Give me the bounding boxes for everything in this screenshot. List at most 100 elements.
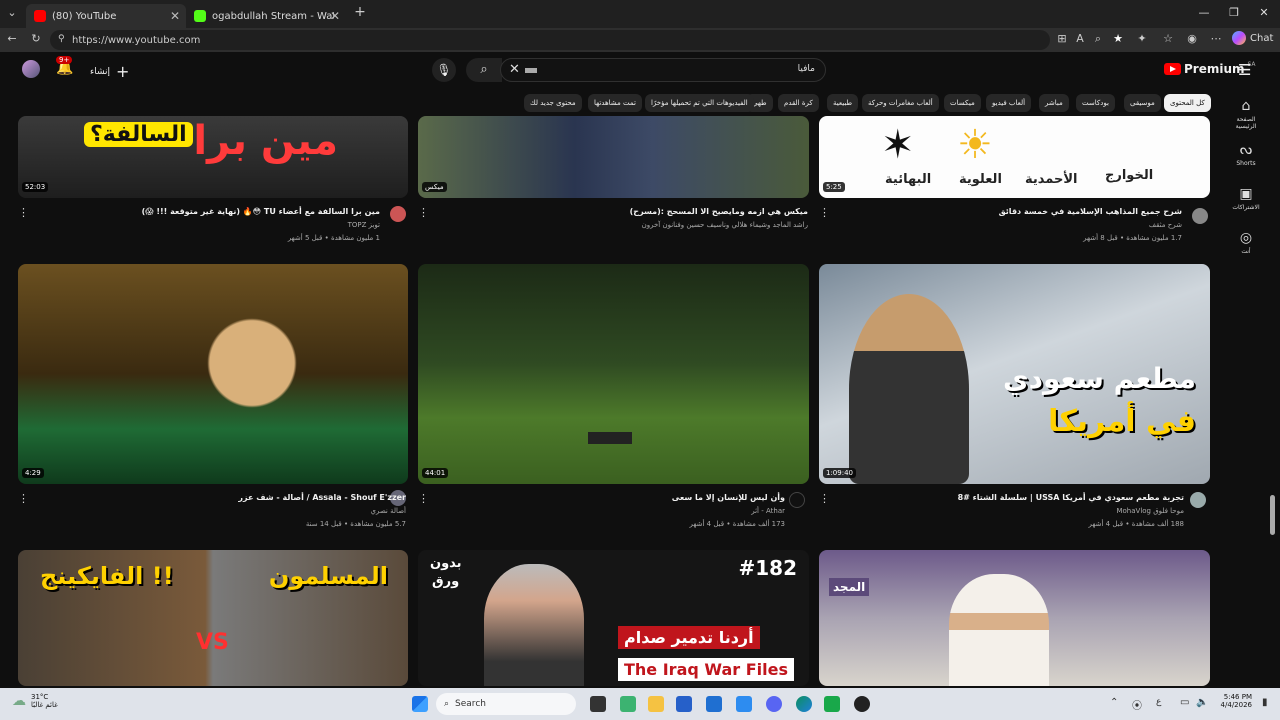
app-icon[interactable] [824,696,840,712]
app-icon[interactable] [854,696,870,712]
favorite-star-icon[interactable]: ★ [1110,32,1126,45]
chip-all[interactable]: كل المحتوى [1164,94,1211,112]
channel-name[interactable]: أصالة نصري [371,507,407,515]
channel-avatar[interactable] [390,206,406,222]
chip-nature[interactable]: طبيعية [827,94,859,112]
thumbnail-text: أردنا تدمير صدام [618,626,760,649]
video-title[interactable]: ميكس هي ازمه ومايصيح الا المسحج :(مسرح) [630,207,808,216]
chip-music[interactable]: موسيقى [1124,94,1161,112]
video-thumbnail[interactable]: الفايكينج !! المسلمون VS [18,550,408,686]
video-title[interactable]: شرح جميع المذاهب الإسلامية في خمسة دقائق [999,207,1182,216]
video-title[interactable]: تجربة مطعم سعودي في أمريكا USSA | سلسلة … [958,493,1184,502]
taskbar-search[interactable]: ⌕ Search [436,693,576,715]
back-arrow-icon[interactable]: ← [4,32,20,45]
search-input[interactable]: ✕ مافيا [500,58,826,82]
chip-gaming[interactable]: ألعاب فيديو [986,94,1032,112]
start-windows-icon[interactable] [412,696,428,712]
rail-subscriptions[interactable]: ▣ الاشتراكات [1226,186,1266,211]
widgets-icon[interactable] [620,696,636,712]
more-actions-icon[interactable]: ⋮ [418,492,429,505]
file-explorer-icon[interactable] [648,696,664,712]
chip-mixes[interactable]: ميكسات [944,94,981,112]
tab-close-icon[interactable]: ✕ [330,9,340,23]
video-thumbnail[interactable]: بدون ورق #182 أردنا تدمير صدام The Iraq … [418,550,809,686]
tray-overflow-icon[interactable]: ⌃ [1110,697,1118,708]
voice-search-button[interactable]: 🎙 [432,58,456,82]
channel-name[interactable]: شرح مثقف [1149,221,1182,229]
tab-kick-stream[interactable]: ogabdullah Stream - Watch Live c ✕ [186,4,346,28]
taskbar-clock[interactable]: 5:46 PM 4/4/2026 [1200,693,1252,709]
new-tab-button[interactable]: + [352,4,368,20]
site-info-icon[interactable]: ⚲ [58,34,65,44]
address-bar[interactable]: ⚲ https://www.youtube.com [50,30,1050,50]
mail-icon[interactable] [706,696,722,712]
video-thumbnail[interactable]: المجد [819,550,1210,686]
channel-avatar[interactable] [789,492,805,508]
task-view-icon[interactable] [590,696,606,712]
minimize-button[interactable]: — [1194,6,1214,19]
more-actions-icon[interactable]: ⋮ [418,206,429,219]
search-button[interactable]: ⌕ [466,58,502,82]
video-title[interactable]: Assala - Shouf E'zzer / أصالة - شف عزر [238,493,406,502]
video-thumbnail[interactable]: 4:29 [18,264,408,484]
rail-home[interactable]: ⌂ الصفحة الرئيسية [1226,98,1266,130]
page-scrollbar[interactable] [1270,495,1275,535]
refresh-icon[interactable]: ↻ [28,32,44,45]
video-title[interactable]: وأن ليس للإنسان إلا ما سعى [672,493,785,502]
account-avatar[interactable] [22,60,40,78]
profile-icon[interactable]: ◉ [1184,32,1200,45]
more-menu-icon[interactable]: ⋯ [1208,32,1224,45]
copilot-chat-button[interactable]: Chat [1232,31,1273,45]
chip-watched[interactable]: تمت مشاهدتها [588,94,642,112]
weather-widget[interactable]: ☁ 31°C غائم غالبًا [12,693,58,709]
more-actions-icon[interactable]: ⋮ [819,206,830,219]
more-actions-icon[interactable]: ⋮ [819,492,830,505]
tab-close-icon[interactable]: ✕ [170,9,180,23]
location-icon[interactable]: ⦿ [1132,697,1142,712]
channel-avatar[interactable] [1190,492,1206,508]
clear-search-icon[interactable]: ✕ [509,62,520,77]
rail-you[interactable]: ◎ أنت [1226,230,1266,255]
input-language[interactable]: ع [1156,697,1161,707]
close-window-button[interactable]: ✕ [1254,6,1274,19]
channel-name[interactable]: موحا فلوق MohaVlog [1116,507,1184,515]
thumbnail-text: في أمريكا [1048,404,1196,439]
thumbnail-text: مين برا [193,118,338,164]
chip-live[interactable]: مباشر [1039,94,1069,112]
chip-recently-uploaded[interactable]: الفيديوهات التي تم تحميلها مؤخرًا [645,94,754,112]
app-icon[interactable] [736,696,752,712]
translate-icon[interactable]: A [1072,32,1088,45]
tab-list-chevron-icon[interactable]: ⌄ [4,6,20,19]
video-thumbnail[interactable]: ميكس [418,116,809,198]
video-thumbnail[interactable]: مين برا السالفة؟ 52:03 [18,116,408,198]
channel-name[interactable]: توبز TOPZ [348,221,380,229]
chip-football[interactable]: كرة القدم [778,94,819,112]
channel-avatar[interactable] [1192,208,1208,224]
restore-button[interactable]: ❐ [1224,6,1244,19]
discord-icon[interactable] [766,696,782,712]
edge-browser-icon[interactable] [796,696,812,712]
more-actions-icon[interactable]: ⋮ [18,206,29,219]
store-icon[interactable] [676,696,692,712]
notification-center-icon[interactable]: ▮ [1262,697,1268,708]
notifications-button[interactable]: 🔔 9+ [56,56,73,76]
rail-label: الاشتراكات [1232,204,1260,211]
video-thumbnail[interactable]: مطعم سعودي في أمريكا 1:09:40 [819,264,1210,484]
extensions-icon[interactable]: ✦ [1134,32,1150,45]
create-button[interactable]: إنشاء + [90,62,129,81]
zoom-icon[interactable]: ⌕ [1090,32,1106,46]
guide-menu-icon[interactable]: ☰ [1238,61,1251,79]
more-actions-icon[interactable]: ⋮ [18,492,29,505]
tab-youtube[interactable]: (80) YouTube ✕ [26,4,186,28]
favorites-icon[interactable]: ☆ [1160,32,1176,45]
chip-podcasts[interactable]: بودكاست [1076,94,1115,112]
chip-action-adventure[interactable]: ألعاب مغامرات وحركة [862,94,939,112]
video-title[interactable]: مين برا السالفة مع أعضاء TU 😳🔥 (نهاية غي… [142,207,380,216]
app-available-icon[interactable]: ⊞ [1054,32,1070,45]
channel-name[interactable]: Athar - أثر [751,507,785,515]
network-icon[interactable]: ▭ [1180,697,1189,708]
rail-shorts[interactable]: ᔓ Shorts [1226,142,1266,167]
chip-new-to-you[interactable]: محتوى جديد لك [524,94,582,112]
video-thumbnail[interactable]: 44:01 [418,264,809,484]
video-thumbnail[interactable]: البهائية العلوية الأحمدية الخوارج ✶ ☀ 5:… [819,116,1210,198]
